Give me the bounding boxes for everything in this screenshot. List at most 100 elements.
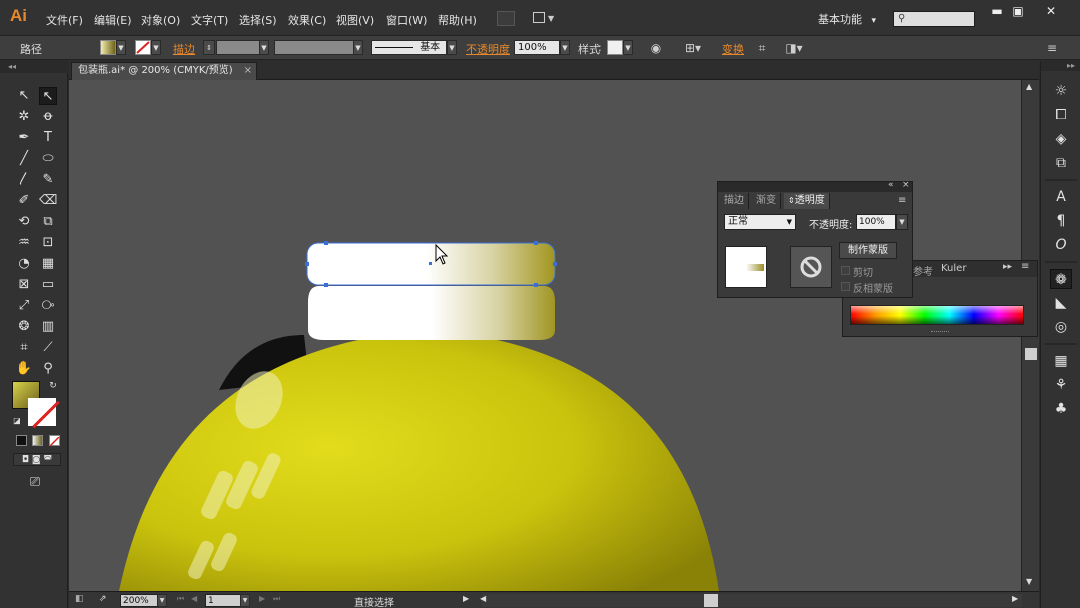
mask-thumbnail[interactable] (790, 246, 832, 288)
color-guide-icon[interactable]: ☼ (1050, 81, 1072, 101)
opacity-dropdown[interactable]: ▼ (896, 214, 908, 230)
perspective-grid-tool-icon[interactable]: ▦ (39, 255, 57, 273)
stroke-dropdown[interactable]: ▼ (151, 40, 161, 55)
panel-collapse-icon[interactable]: « (888, 180, 894, 190)
stroke-weight-stepper[interactable]: ⇕ (203, 40, 215, 55)
free-transform-tool-icon[interactable]: ⊡ (39, 234, 57, 252)
scroll-down-icon[interactable]: ▼ (1026, 577, 1032, 586)
bridge-button[interactable] (497, 11, 515, 26)
hand-tool-icon[interactable]: ✋ (15, 360, 33, 378)
document-setup-icon[interactable]: ◉ (649, 41, 663, 55)
maximize-button[interactable]: ▣ (1003, 3, 1033, 19)
lasso-tool-icon[interactable]: ꝋ (39, 108, 57, 126)
opacity-field[interactable]: 100% (856, 214, 896, 230)
swatches-icon[interactable]: ▦ (1050, 351, 1072, 371)
gradient-mode-button[interactable] (32, 435, 43, 446)
artboard-dropdown[interactable]: ▼ (240, 594, 250, 607)
mesh-tool-icon[interactable]: ⊠ (15, 276, 33, 294)
symbols-icon[interactable]: ♣ (1050, 399, 1072, 419)
prev-artboard-icon[interactable]: ◀ (191, 594, 197, 603)
paragraph-icon[interactable]: ¶ (1050, 211, 1072, 231)
opacity-field[interactable]: 100% (514, 40, 560, 55)
brushes-icon[interactable]: ⚘ (1050, 375, 1072, 395)
panel-close-icon[interactable]: × (902, 180, 910, 190)
graphic-style-swatch[interactable] (607, 40, 623, 55)
navigator-icon[interactable]: ⧠ (1050, 105, 1072, 125)
zoom-tool-icon[interactable]: ⚲ (39, 360, 57, 378)
close-button[interactable]: ✕ (1036, 3, 1066, 19)
object-thumbnail[interactable] (725, 246, 767, 288)
column-graph-tool-icon[interactable]: ▥ (39, 318, 57, 336)
drawing-modes-icon[interactable]: ◘ ◙ ◚ (13, 453, 61, 466)
fill-dropdown[interactable]: ▼ (116, 40, 126, 55)
document-tab[interactable]: 包装瓶.ai* @ 200% (CMYK/预览) × (71, 62, 257, 80)
color-palette-icon[interactable]: ❁ (1050, 269, 1072, 289)
magic-wand-tool-icon[interactable]: ✲ (15, 108, 33, 126)
menu-effect[interactable]: 效果(C) (288, 12, 326, 28)
pen-tool-icon[interactable]: ✒ (15, 129, 33, 147)
scale-tool-icon[interactable]: ⧉ (39, 213, 57, 231)
graphic-style-dropdown[interactable]: ▼ (623, 40, 633, 55)
rotate-tool-icon[interactable]: ⟲ (15, 213, 33, 231)
scroll-up-icon[interactable]: ▲ (1026, 82, 1032, 91)
blob-brush-tool-icon[interactable]: ✐ (15, 192, 33, 210)
swap-colors-icon[interactable]: ↻ (44, 377, 62, 395)
invert-mask-checkbox[interactable] (841, 282, 850, 291)
tab-guide[interactable]: 参考 (913, 263, 933, 278)
artboard-tool-icon[interactable]: ⌗ (15, 339, 33, 357)
warp-tool-icon[interactable]: ♒ (15, 234, 33, 252)
last-artboard-icon[interactable]: ⏭ (273, 594, 280, 604)
ellipse-tool-icon[interactable]: ⬭ (39, 150, 57, 168)
tab-kuler[interactable]: Kuler (941, 263, 966, 274)
artboard-nav-icon[interactable]: ◧ (75, 594, 84, 604)
brush-profile-field[interactable]: 基本 (371, 40, 447, 55)
none-mode-button[interactable] (49, 435, 60, 447)
status-menu-arrow-icon[interactable]: ▶ (463, 594, 469, 603)
selection-tool-icon[interactable]: ↖ (15, 87, 33, 105)
tab-transparency[interactable]: ⇕透明度 (784, 193, 830, 209)
horizontal-scroll-thumb[interactable] (704, 594, 718, 607)
artboard-number-field[interactable]: 1 (205, 594, 241, 607)
gradient-tool-icon[interactable]: ▭ (39, 276, 57, 294)
screen-mode-icon[interactable]: ⎚ (26, 474, 44, 492)
collapse-icon[interactable]: ◂◂ (0, 61, 68, 73)
align-icon[interactable]: ⊞▾ (683, 41, 703, 55)
opacity-link[interactable]: 不透明度 (466, 41, 510, 57)
stroke-color-swatch[interactable] (135, 40, 151, 55)
panel-menu-icon[interactable]: ≡ (1021, 261, 1029, 272)
stroke-weight-dropdown[interactable]: ▼ (259, 40, 269, 55)
zoom-dropdown[interactable]: ▼ (157, 594, 167, 607)
scroll-left-icon[interactable]: ◀ (480, 594, 486, 603)
color-mode-button[interactable] (16, 435, 27, 446)
menu-view[interactable]: 视图(V) (336, 12, 374, 28)
blend-tool-icon[interactable]: ⧂ (39, 297, 57, 315)
stroke-weight-field[interactable] (216, 40, 260, 55)
menu-edit[interactable]: 编辑(E) (94, 12, 132, 28)
vertical-scroll-thumb[interactable] (1025, 348, 1037, 360)
horizontal-scrollbar[interactable]: ◀ ▶ (480, 594, 1022, 607)
arrange-documents-button[interactable]: ▼ (531, 10, 557, 27)
pencil-tool-icon[interactable]: ✎ (39, 171, 57, 189)
scroll-right-icon[interactable]: ▶ (1012, 594, 1018, 603)
first-artboard-icon[interactable]: ⏮ (177, 594, 184, 604)
help-search-input[interactable]: ⚲ (893, 11, 975, 27)
fill-color-swatch[interactable] (100, 40, 116, 55)
type-tool-icon[interactable]: T (39, 129, 57, 147)
menu-window[interactable]: 窗口(W) (386, 12, 427, 28)
collapse-dock-icon[interactable]: ▸▸ (1041, 61, 1080, 71)
opentype-icon[interactable]: O (1050, 235, 1072, 255)
slice-tool-icon[interactable]: ⟋ (39, 339, 57, 357)
export-icon[interactable]: ⇗ (99, 594, 107, 604)
appearance-icon[interactable]: ◎ (1050, 317, 1072, 337)
stroke-color-box[interactable] (28, 398, 56, 426)
eyedropper-tool-icon[interactable]: ⤢ (15, 297, 33, 315)
menu-object[interactable]: 对象(O) (141, 12, 180, 28)
select-similar-icon[interactable]: ◨▾ (782, 41, 806, 55)
character-icon[interactable]: A (1050, 187, 1072, 207)
next-artboard-icon[interactable]: ▶ (259, 594, 265, 603)
shape-builder-tool-icon[interactable]: ◔ (15, 255, 33, 273)
panel-menu-icon[interactable]: ≡ (898, 195, 906, 206)
eraser-tool-icon[interactable]: ⌫ (39, 192, 57, 210)
isolate-icon[interactable]: ⌗ (755, 41, 769, 55)
stroke-link[interactable]: 描边 (173, 41, 195, 57)
